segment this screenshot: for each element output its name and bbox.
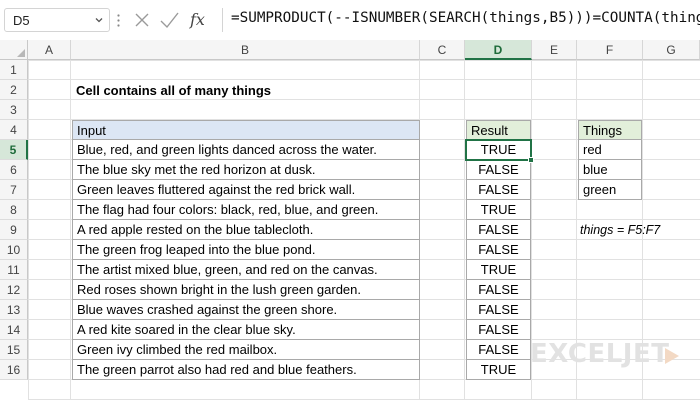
result-cell[interactable]: FALSE (466, 340, 531, 360)
column-header-f[interactable]: F (577, 40, 643, 60)
input-cell[interactable]: The flag had four colors: black, red, bl… (72, 200, 420, 220)
name-box[interactable]: D5 (4, 8, 110, 32)
select-all-button[interactable] (0, 40, 28, 60)
result-cell[interactable]: FALSE (466, 300, 531, 320)
result-cell[interactable]: TRUE (466, 360, 531, 380)
things-cell[interactable]: red (578, 140, 642, 160)
row-header-4[interactable]: 4 (0, 120, 28, 140)
input-cell[interactable]: The green parrot also had red and blue f… (72, 360, 420, 380)
row-header-7[interactable]: 7 (0, 180, 28, 200)
active-cell-selection[interactable] (465, 139, 532, 161)
row-header-13[interactable]: 13 (0, 300, 28, 320)
formula-text: =SUMPRODUCT(--ISNUMBER(SEARCH(things,B5)… (231, 10, 700, 26)
result-cell[interactable]: FALSE (466, 240, 531, 260)
row-header-9[interactable]: 9 (0, 220, 28, 240)
row-header-14[interactable]: 14 (0, 320, 28, 340)
input-cell[interactable]: Blue waves crashed against the green sho… (72, 300, 420, 320)
formula-bar: D5 fx =SUMPRODUCT(--ISNUMBER(SEARCH(thin… (0, 0, 700, 40)
column-header-d[interactable]: D (465, 40, 532, 60)
sheet-title[interactable]: Cell contains all of many things (76, 83, 271, 98)
row-header-1[interactable]: 1 (0, 60, 28, 80)
result-header[interactable]: Result (466, 120, 531, 140)
formula-bar-buttons: fx (130, 9, 218, 31)
result-cell[interactable]: FALSE (466, 220, 531, 240)
cancel-icon[interactable] (132, 9, 152, 31)
row-header-10[interactable]: 10 (0, 240, 28, 260)
row-header-8[interactable]: 8 (0, 200, 28, 220)
chevron-down-icon[interactable] (95, 16, 103, 24)
input-cell[interactable]: Green leaves fluttered against the red b… (72, 180, 420, 200)
formula-input[interactable]: =SUMPRODUCT(--ISNUMBER(SEARCH(things,B5)… (222, 8, 700, 32)
column-header-e[interactable]: E (532, 40, 577, 60)
exceljet-logo-icon (665, 348, 679, 364)
input-cell[interactable]: A red kite soared in the clear blue sky. (72, 320, 420, 340)
input-cell[interactable]: Blue, red, and green lights danced acros… (72, 140, 420, 160)
things-header[interactable]: Things (578, 120, 642, 140)
named-range-note[interactable]: things = F5:F7 (580, 223, 660, 237)
result-cell[interactable]: FALSE (466, 160, 531, 180)
input-cell[interactable]: The green frog leaped into the blue pond… (72, 240, 420, 260)
result-cell[interactable]: TRUE (466, 260, 531, 280)
drag-handle-icon[interactable] (117, 14, 120, 27)
input-cell[interactable]: The artist mixed blue, green, and red on… (72, 260, 420, 280)
confirm-icon[interactable] (158, 9, 180, 31)
result-cell[interactable]: FALSE (466, 320, 531, 340)
row-header-6[interactable]: 6 (0, 160, 28, 180)
name-box-value: D5 (13, 13, 30, 28)
result-cell[interactable]: TRUE (466, 200, 531, 220)
input-cell[interactable]: A red apple rested on the blue tableclot… (72, 220, 420, 240)
things-cell[interactable]: blue (578, 160, 642, 180)
column-header-g[interactable]: G (643, 40, 700, 60)
fill-handle[interactable] (528, 157, 534, 163)
exceljet-logo: EXCELJET (530, 339, 670, 369)
row-header-11[interactable]: 11 (0, 260, 28, 280)
input-cell[interactable]: Green ivy climbed the red mailbox. (72, 340, 420, 360)
column-header-a[interactable]: A (28, 40, 71, 60)
input-header[interactable]: Input (72, 120, 420, 140)
row-header-16[interactable]: 16 (0, 360, 28, 380)
row-header-15[interactable]: 15 (0, 340, 28, 360)
row-header-12[interactable]: 12 (0, 280, 28, 300)
result-cell[interactable]: FALSE (466, 180, 531, 200)
column-header-b[interactable]: B (71, 40, 420, 60)
column-header-c[interactable]: C (420, 40, 465, 60)
fx-icon[interactable]: fx (188, 9, 214, 31)
input-cell[interactable]: The blue sky met the red horizon at dusk… (72, 160, 420, 180)
row-header-3[interactable]: 3 (0, 100, 28, 120)
things-cell[interactable]: green (578, 180, 642, 200)
row-header-2[interactable]: 2 (0, 80, 28, 100)
row-header-5[interactable]: 5 (0, 140, 28, 160)
svg-text:fx: fx (189, 10, 205, 29)
result-cell[interactable]: FALSE (466, 280, 531, 300)
input-cell[interactable]: Red roses shown bright in the lush green… (72, 280, 420, 300)
